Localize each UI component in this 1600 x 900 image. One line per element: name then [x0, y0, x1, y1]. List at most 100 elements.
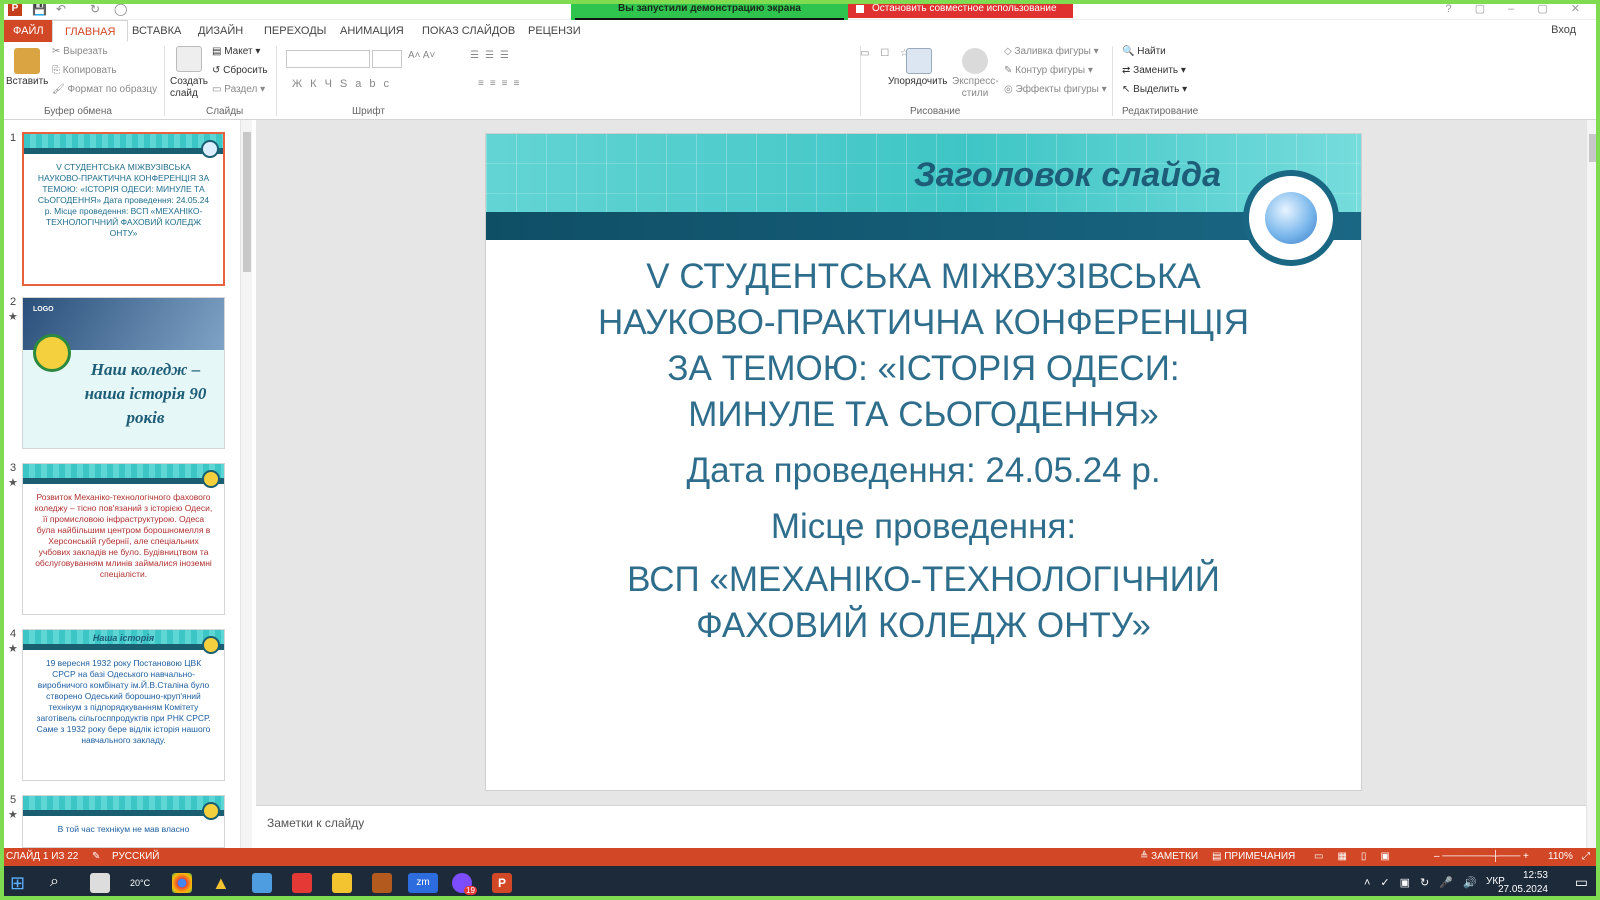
copy-button[interactable]: ⎘ Копировать — [52, 65, 117, 76]
section-label: Раздел — [224, 84, 258, 95]
slide-body-line1[interactable]: V СТУДЕНТСЬКА МІЖВУЗІВСЬКА — [486, 254, 1361, 300]
tab-transitions[interactable]: ПЕРЕХОДЫ — [252, 20, 338, 42]
align-buttons[interactable]: ≡≡≡≡ — [478, 78, 525, 89]
font-format-buttons[interactable]: ЖКЧSabc — [292, 78, 397, 90]
new-slide-button[interactable]: Создать слайд — [170, 76, 210, 100]
store-icon[interactable] — [252, 873, 272, 893]
slideshow-start-icon[interactable]: ◯ — [114, 2, 127, 16]
youtube-icon[interactable] — [292, 873, 312, 893]
thumbnail-scrollbar[interactable] — [240, 120, 252, 848]
clock-date: 27.05.2024 — [1497, 884, 1548, 895]
thumb-number: 2 — [10, 296, 17, 308]
arrange-button[interactable]: Упорядочить — [888, 76, 948, 87]
shape-gallery[interactable]: ▭ ☐ ☆ — [860, 48, 913, 59]
thumb-4-title: Наша історія — [92, 633, 155, 643]
file-explorer-icon[interactable] — [332, 873, 352, 893]
font-size-input[interactable] — [372, 50, 402, 68]
cut-button[interactable]: ✂ Вырезать — [52, 46, 108, 57]
slide-header-band — [486, 212, 1361, 240]
tab-design[interactable]: ДИЗАЙН — [186, 20, 255, 42]
replace-label: Заменить — [1133, 65, 1179, 76]
slide-place-line1[interactable]: ВСП «МЕХАНІКО-ТЕХНОЛОГІЧНИЙ — [486, 557, 1361, 603]
arrange-icon[interactable] — [906, 48, 932, 74]
save-icon[interactable]: 💾 — [32, 2, 47, 16]
window-controls[interactable]: ? ▢ – ▢ ✕ — [1446, 2, 1590, 15]
tab-slideshow[interactable]: ПОКАЗ СЛАЙДОВ — [410, 20, 527, 42]
copy-label: Копировать — [62, 65, 117, 76]
ribbon-tabs: ФАЙЛ ГЛАВНАЯ ВСТАВКА ДИЗАЙН ПЕРЕХОДЫ АНИ… — [0, 20, 1600, 42]
layout-button[interactable]: ▤ Макет ▾ — [212, 46, 260, 57]
undo-icon[interactable]: ↶ — [56, 2, 66, 16]
current-slide[interactable]: Заголовок слайда V СТУДЕНТСЬКА МІЖВУЗІВС… — [485, 133, 1362, 791]
tab-animation[interactable]: АНИМАЦИЯ — [328, 20, 416, 42]
paste-button[interactable]: Вставить — [6, 76, 48, 87]
reset-label: Сбросить — [223, 65, 268, 76]
tab-insert[interactable]: ВСТАВКА — [120, 20, 193, 42]
slide-place-line2[interactable]: ФАХОВИЙ КОЛЕДЖ ОНТУ» — [486, 603, 1361, 649]
shape-fill-button[interactable]: ◇ Заливка фигуры ▾ — [1004, 46, 1099, 57]
slide-place-label[interactable]: Місце проведення: — [486, 504, 1361, 550]
select-button[interactable]: ↖ Выделить ▾ — [1122, 84, 1187, 95]
notes-pane[interactable]: Заметки к слайду — [256, 805, 1586, 848]
zoom-slider[interactable]: – ───────┼─── + — [1434, 851, 1529, 862]
powerpoint-icon: P — [8, 2, 22, 16]
screen-share-banner: Вы запустили демонстрацию экрана — [571, 0, 848, 18]
notes-placeholder[interactable]: Заметки к слайду — [267, 816, 364, 830]
zoom-icon[interactable]: zm — [408, 873, 438, 893]
tab-review[interactable]: РЕЦЕНЗИ — [516, 20, 593, 42]
slide-thumbnail-1[interactable]: V СТУДЕНТСЬКА МІЖВУЗІВСЬКА НАУКОВО-ПРАКТ… — [22, 132, 225, 286]
format-painter-button[interactable]: 🖌 Формат по образцу — [52, 84, 157, 95]
powerpoint-taskbar-icon[interactable]: P — [492, 873, 512, 893]
paste-icon[interactable] — [14, 48, 40, 74]
tab-file[interactable]: ФАЙЛ — [4, 20, 53, 42]
windows-start-icon[interactable]: ⊞ — [10, 873, 30, 893]
replace-button[interactable]: ⇄ Заменить ▾ — [1122, 65, 1186, 76]
slide-title[interactable]: Заголовок слайда — [914, 156, 1221, 195]
comments-button[interactable]: ▤ ПРИМЕЧАНИЯ — [1212, 851, 1295, 862]
slide-scrollbar[interactable] — [1586, 120, 1600, 848]
zoom-level[interactable]: 110% — [1548, 851, 1573, 862]
reset-button[interactable]: ↺ Сбросить — [212, 65, 268, 76]
slide-thumbnail-3[interactable]: Розвиток Механіко-технологічного фаховог… — [22, 463, 225, 615]
slide-body-line2[interactable]: НАУКОВО-ПРАКТИЧНА КОНФЕРЕНЦІЯ — [486, 300, 1361, 346]
thumb-number: 3 — [10, 462, 17, 474]
list-buttons[interactable]: ☰☰☰ — [470, 50, 515, 61]
shape-effects-button[interactable]: ◎ Эффекты фигуры ▾ — [1004, 84, 1107, 95]
cut-label: Вырезать — [63, 46, 108, 57]
quick-styles-icon[interactable] — [962, 48, 988, 74]
slide-thumbnail-2[interactable]: LOGO Наш коледж – наша історія 90 років — [22, 297, 225, 449]
animation-star-icon: ★ — [8, 477, 18, 489]
font-name-input[interactable] — [286, 50, 370, 68]
quick-styles-button[interactable]: Экспресс-стили — [952, 76, 999, 100]
notes-button[interactable]: ≜ ЗАМЕТКИ — [1140, 851, 1198, 862]
language-indicator[interactable]: РУССКИЙ — [112, 851, 159, 862]
shape-outline-button[interactable]: ✎ Контур фигуры ▾ — [1004, 65, 1093, 76]
find-label: Найти — [1137, 46, 1166, 57]
new-slide-icon[interactable] — [176, 46, 202, 72]
notifications-icon[interactable]: ▭ — [1575, 874, 1588, 891]
slide-thumbnail-5[interactable]: В той час технікум не мав власно — [22, 795, 225, 848]
slide-date[interactable]: Дата проведення: 24.05.24 р. — [486, 448, 1361, 494]
stop-share-button[interactable]: Остановить совместное использование — [848, 0, 1073, 18]
fit-slide-icon[interactable]: ⤢ — [1582, 851, 1590, 862]
slide-body-line3[interactable]: ЗА ТЕМОЮ: «ІСТОРІЯ ОДЕСИ: — [486, 346, 1361, 392]
tab-home[interactable]: ГЛАВНАЯ — [52, 20, 129, 42]
spellcheck-icon[interactable]: ✎ — [92, 851, 100, 862]
system-tray-icons[interactable]: ˄✓▣↻🎤🔊 — [1364, 876, 1487, 889]
section-button[interactable]: ▭ Раздел ▾ — [212, 84, 265, 95]
weather-widget[interactable]: 20°C — [130, 873, 164, 893]
font-size-buttons[interactable]: A˄ A˅ — [408, 50, 435, 61]
app-icon[interactable] — [372, 873, 392, 893]
clock[interactable]: 12:53 27.05.2024 — [1498, 869, 1548, 897]
view-buttons[interactable]: ▭▦▯▣ — [1314, 851, 1404, 862]
shape-fill-label: Заливка фигуры — [1014, 46, 1091, 57]
chrome-icon[interactable] — [172, 873, 192, 893]
login-link[interactable]: Вход — [1551, 24, 1576, 36]
find-button[interactable]: 🔍 Найти — [1122, 46, 1166, 57]
redo-icon[interactable]: ↻ — [90, 2, 100, 16]
search-icon[interactable]: ⌕ — [50, 873, 70, 893]
task-view-icon[interactable] — [90, 873, 110, 893]
slide-thumbnail-4[interactable]: Наша історія 19 вересня 1932 року Постан… — [22, 629, 225, 781]
drive-icon[interactable]: ▲ — [212, 873, 232, 893]
slide-body-line4[interactable]: МИНУЛЕ ТА СЬОГОДЕННЯ» — [486, 392, 1361, 438]
